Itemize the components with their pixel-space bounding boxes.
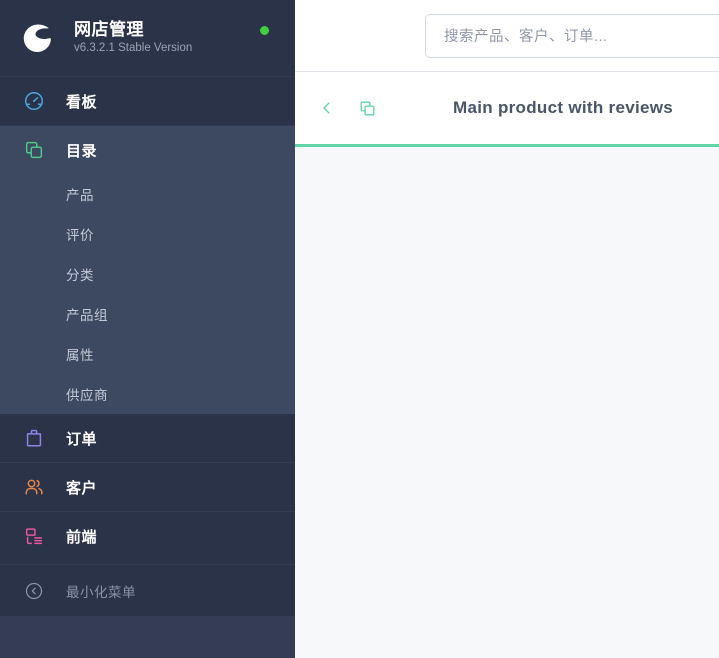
minimize-menu-label: 最小化菜单	[66, 584, 136, 600]
main-area: 搜索产品、客户、订单... Main product with reviews	[295, 0, 719, 658]
sidebar-subitem-label: 评价	[66, 228, 94, 243]
brand-header: 网店管理 v6.3.2.1 Stable Version	[0, 0, 295, 76]
chevron-left-circle-icon	[16, 581, 52, 601]
app-version: v6.3.2.1 Stable Version	[74, 42, 193, 54]
sidebar-item-label: 订单	[66, 430, 98, 448]
layers-icon	[16, 139, 52, 161]
minimize-menu-button[interactable]: 最小化菜单	[0, 564, 295, 616]
sidebar-item-catalog[interactable]: 目录	[0, 126, 295, 174]
sidebar-subitem-properties[interactable]: 属性	[0, 334, 295, 374]
sidebar-subitem-manufacturers[interactable]: 供应商	[0, 374, 295, 414]
sidebar-item-customers[interactable]: 客户	[0, 463, 295, 511]
main-content: 描述 标题* Main product with reviews 说明	[295, 225, 719, 658]
sidebar-subitem-categories[interactable]: 分类	[0, 254, 295, 294]
top-bar: 搜索产品、客户、订单...	[295, 0, 719, 72]
search-input-placeholder: 搜索产品、客户、订单...	[444, 29, 608, 45]
brand-text: 网店管理 v6.3.2.1 Stable Version	[74, 20, 192, 56]
page-header: Main product with reviews	[295, 72, 719, 147]
sidebar-item-label: 看板	[66, 93, 98, 111]
sidebar-item-label: 客户	[66, 479, 98, 497]
sidebar-subitem-reviews[interactable]: 评价	[0, 214, 295, 254]
sidebar-group-customers: 客户	[0, 463, 295, 511]
sidebar-subitem-product-groups[interactable]: 产品组	[0, 294, 295, 334]
back-button[interactable]	[315, 96, 339, 120]
page-header-actions	[315, 96, 379, 120]
sidebar-group-dashboard: 看板	[0, 76, 295, 125]
sidebar-group-orders: 订单	[0, 414, 295, 462]
sidebar-item-dashboard[interactable]: 看板	[0, 77, 295, 125]
sidebar-subitem-label: 产品组	[66, 308, 108, 323]
page-title: Main product with reviews	[453, 98, 674, 117]
global-search[interactable]: 搜索产品、客户、订单...	[425, 13, 719, 58]
tab-bar: 常用 高级价格 属性 选项	[295, 147, 719, 225]
content-list-icon	[16, 525, 52, 547]
sidebar-nav: 看板 目录 产品 评价 分类 产品组 属性 供应商 订单 客户 前端	[0, 76, 295, 564]
sidebar-subitem-label: 产品	[66, 188, 94, 203]
sidebar-subitem-label: 分类	[66, 268, 94, 283]
sidebar-item-label: 目录	[66, 142, 98, 160]
sidebar-subitem-label: 属性	[66, 348, 94, 363]
sidebar-subitem-label: 供应商	[66, 388, 108, 403]
sidebar-group-catalog: 目录 产品 评价 分类 产品组 属性 供应商	[0, 126, 295, 414]
sidebar-item-orders[interactable]: 订单	[0, 414, 295, 462]
sidebar: 网店管理 v6.3.2.1 Stable Version 看板 目录 产品 评价…	[0, 0, 295, 658]
sidebar-item-frontend[interactable]: 前端	[0, 512, 295, 560]
status-indicator-dot	[260, 26, 269, 35]
gauge-icon	[16, 90, 52, 112]
app-title: 网店管理	[74, 20, 144, 39]
duplicate-button[interactable]	[355, 96, 379, 120]
sidebar-item-label: 前端	[66, 528, 98, 546]
shopping-bag-icon	[16, 427, 52, 449]
sidebar-subitem-products[interactable]: 产品	[0, 174, 295, 214]
sidebar-group-frontend: 前端	[0, 512, 295, 560]
app-root: 网店管理 v6.3.2.1 Stable Version 看板 目录 产品 评价…	[0, 0, 719, 658]
shopware-logo-icon	[16, 16, 60, 60]
sidebar-footer	[0, 616, 295, 658]
users-icon	[16, 476, 52, 498]
